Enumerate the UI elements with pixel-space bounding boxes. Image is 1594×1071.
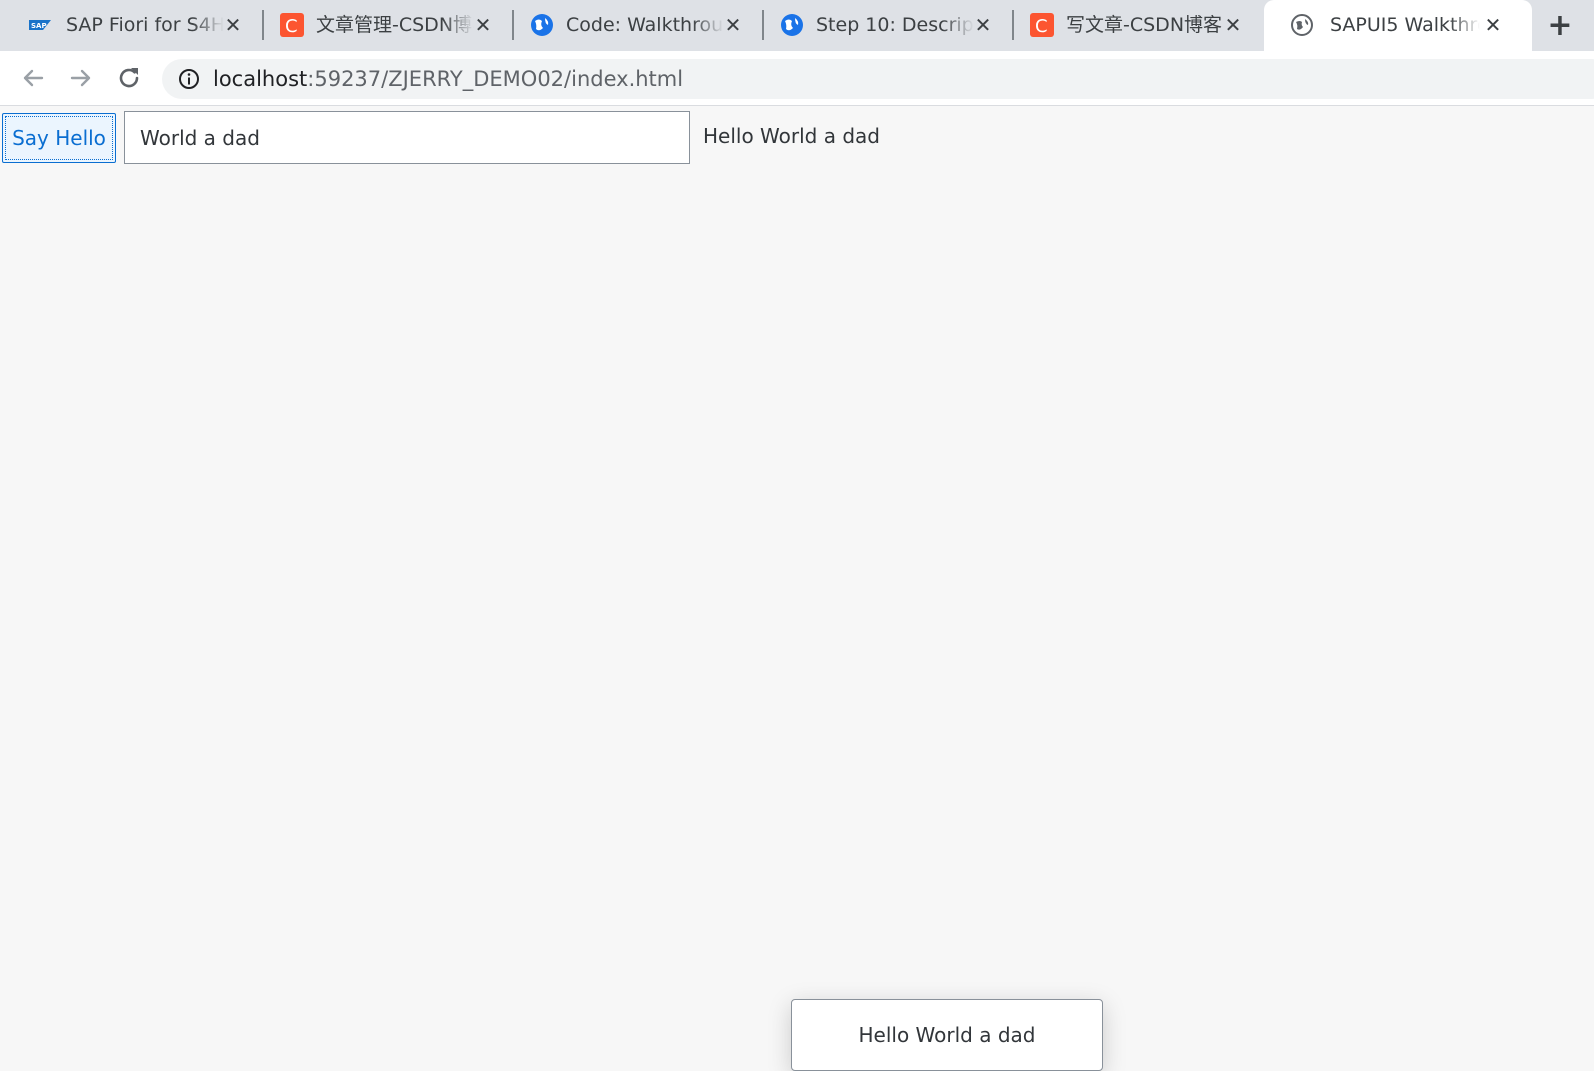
svg-text:C: C — [285, 16, 298, 37]
csdn-logo-icon: C — [1030, 13, 1054, 37]
info-icon[interactable] — [178, 68, 200, 90]
name-input[interactable] — [124, 111, 690, 164]
address-bar[interactable]: localhost:59237/ZJERRY_DEMO02/index.html — [162, 59, 1594, 99]
tab-title: SAP Fiori for S4HANA — [66, 14, 224, 36]
close-icon[interactable]: ✕ — [472, 14, 494, 36]
globe-icon — [531, 14, 553, 36]
message-toast: Hello World a dad — [791, 999, 1103, 1071]
browser-toolbar: localhost:59237/ZJERRY_DEMO02/index.html — [0, 51, 1594, 106]
globe-icon — [781, 14, 803, 36]
page-content: Say Hello Hello World a dad Hello World … — [0, 106, 1594, 1071]
forward-arrow-icon[interactable] — [66, 63, 96, 93]
close-icon[interactable]: ✕ — [972, 14, 994, 36]
svg-text:SAP: SAP — [31, 22, 47, 30]
tab-title: 文章管理-CSDN博客 — [316, 14, 474, 36]
browser-tab-0[interactable]: SAP SAP Fiori for S4HANA ✕ — [0, 0, 262, 51]
greeting-text: Hello World a dad — [703, 124, 880, 148]
sap-logo-icon: SAP — [29, 20, 51, 30]
url-text[interactable]: localhost:59237/ZJERRY_DEMO02/index.html — [213, 65, 683, 93]
new-tab-icon[interactable]: + — [1546, 11, 1574, 41]
back-arrow-icon[interactable] — [18, 63, 48, 93]
browser-tab-3[interactable]: Step 10: Descriptor ✕ — [764, 0, 1012, 51]
browser-tab-4[interactable]: C 写文章-CSDN博客 ✕ — [1014, 0, 1262, 51]
tab-title: Code: Walkthrough — [566, 14, 724, 36]
browser-tab-2[interactable]: Code: Walkthrough ✕ — [514, 0, 762, 51]
browser-tab-5[interactable]: SAPUI5 Walkthrough ✕ — [1264, 0, 1532, 51]
browser-tab-1[interactable]: C 文章管理-CSDN博客 ✕ — [264, 0, 512, 51]
tab-title: SAPUI5 Walkthrough — [1330, 14, 1480, 36]
close-icon[interactable]: ✕ — [1222, 14, 1244, 36]
globe-outline-icon — [1291, 14, 1313, 36]
reload-icon[interactable] — [114, 63, 144, 93]
csdn-logo-icon: C — [280, 13, 304, 37]
url-path: :59237/ZJERRY_DEMO02/index.html — [307, 67, 684, 91]
tab-strip: SAP SAP Fiori for S4HANA ✕ C 文章管理-CSDN博客… — [0, 0, 1594, 51]
tab-title: Step 10: Descriptor — [816, 14, 974, 36]
close-icon[interactable]: ✕ — [1482, 14, 1504, 36]
svg-text:C: C — [1035, 16, 1048, 37]
tab-title: 写文章-CSDN博客 — [1066, 14, 1223, 36]
close-icon[interactable]: ✕ — [222, 14, 244, 36]
toast-message: Hello World a dad — [858, 1023, 1036, 1047]
close-icon[interactable]: ✕ — [722, 14, 744, 36]
say-hello-button[interactable]: Say Hello — [2, 113, 116, 163]
url-host: localhost — [213, 67, 308, 91]
